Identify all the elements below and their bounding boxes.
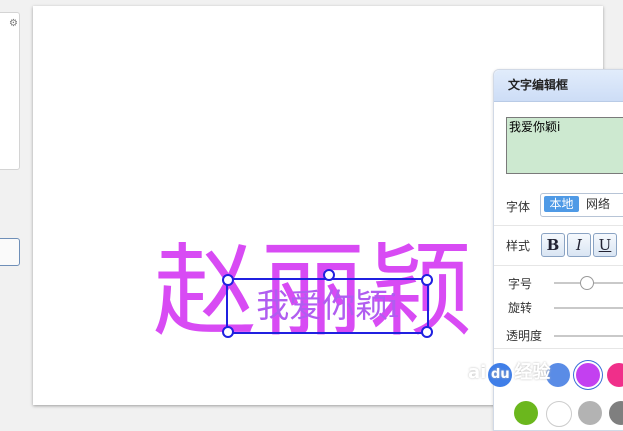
baidu-paw-icon: du [488,363,513,387]
color-swatch-green[interactable] [514,401,538,425]
rotate-label: 旋转 [508,301,533,315]
resize-handle-bottom-left[interactable] [222,326,234,338]
watermark-suffix: 经验 [514,362,551,383]
bold-button[interactable]: B [541,233,565,257]
color-swatch-purple-selected[interactable] [576,363,600,387]
text-input[interactable]: 我爱你颖i [506,117,623,174]
opacity-label: 透明度 [506,329,543,343]
rotate-handle[interactable] [323,269,335,281]
style-label: 样式 [506,239,531,253]
selected-text-box[interactable]: 我爱你颖i [222,269,433,338]
color-swatch-white[interactable] [546,401,572,427]
selected-text: 我爱你颖i [256,286,399,325]
left-action-button[interactable] [0,238,20,266]
italic-button[interactable]: I [567,233,591,257]
left-sidebar-panel: ⚙ [0,12,20,170]
font-source-toggle: 本地 网络 [540,193,623,217]
underline-button[interactable]: U [593,233,617,257]
rotate-slider-track[interactable] [554,307,623,309]
color-swatch-pink[interactable] [607,363,623,387]
font-size-slider-thumb[interactable] [580,276,594,290]
color-swatch-lightgray[interactable] [578,401,602,425]
resize-handle-top-left[interactable] [222,274,234,286]
font-size-label: 字号 [508,277,533,291]
font-local-option[interactable]: 本地 [544,196,579,212]
divider [494,225,623,226]
color-swatch-gray[interactable] [609,401,623,425]
divider [494,348,623,349]
watermark-prefix: ai [468,362,487,383]
opacity-slider-track[interactable] [554,335,623,337]
baidu-watermark: ai du 经验 [468,358,550,387]
font-label: 字体 [506,200,531,214]
resize-handle-top-right[interactable] [421,274,433,286]
font-network-option[interactable]: 网络 [583,196,613,212]
gear-icon[interactable]: ⚙ [9,19,19,29]
resize-handle-bottom-right[interactable] [421,326,433,338]
divider [494,265,623,266]
panel-title: 文字编辑框 [494,70,623,102]
